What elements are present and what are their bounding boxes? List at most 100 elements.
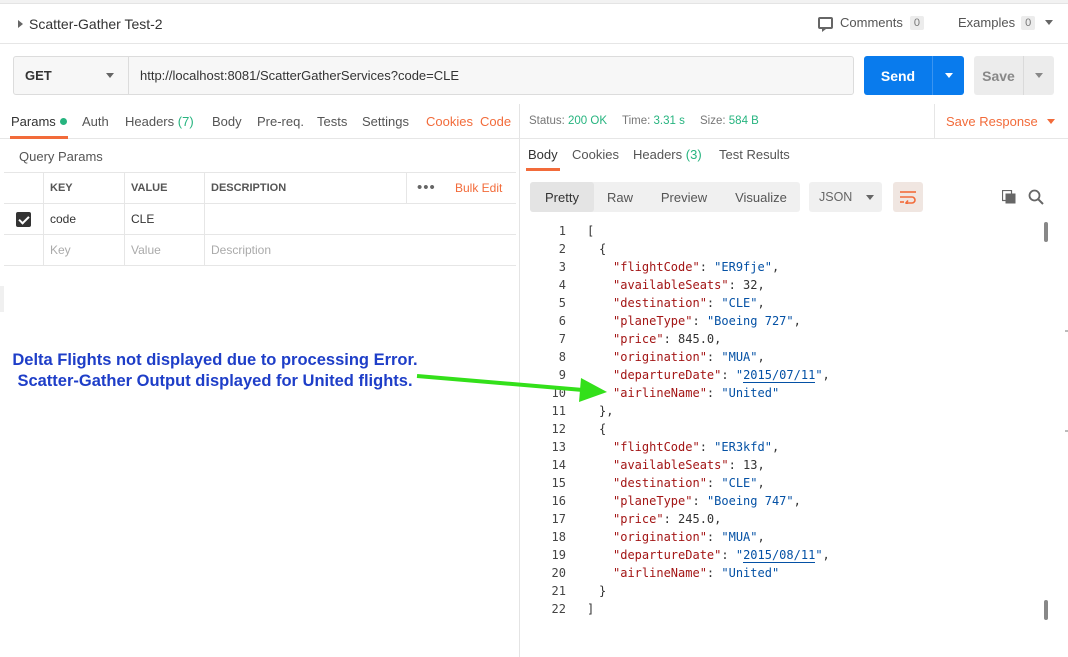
- send-button[interactable]: Send: [864, 56, 964, 95]
- save-options-button[interactable]: [1023, 56, 1054, 95]
- tab-response-headers[interactable]: Headers (3): [633, 147, 702, 162]
- line-number: 14: [551, 458, 566, 472]
- code-line: 8 "origination": "MUA",: [520, 348, 1040, 366]
- code-content: "planeType": "Boeing 747",: [613, 494, 801, 508]
- line-number: 2: [558, 242, 566, 256]
- json-key: "availableSeats": [613, 458, 729, 472]
- tab-tests[interactable]: Tests: [317, 114, 347, 129]
- column-header-value: VALUE: [125, 173, 205, 203]
- new-value-field[interactable]: Value: [125, 235, 205, 265]
- examples-count-badge: 0: [1021, 15, 1036, 30]
- request-title-bar: Scatter-Gather Test-2 Comments 0 Example…: [0, 4, 1068, 44]
- time-label: Time:: [622, 115, 651, 127]
- params-active-dot: [59, 118, 67, 125]
- tab-headers[interactable]: Headers (7): [125, 114, 194, 129]
- code-content: "destination": "CLE",: [613, 296, 765, 310]
- save-label: Save: [982, 67, 1015, 84]
- tab-settings[interactable]: Settings: [362, 114, 409, 129]
- view-preview[interactable]: Preview: [646, 182, 722, 212]
- json-key: "flightCode": [613, 260, 700, 274]
- line-number: 18: [551, 530, 566, 544]
- column-divider: [406, 173, 407, 203]
- code-content: "airlineName": "United": [613, 566, 780, 580]
- code-content: "price": 845.0,: [613, 332, 722, 346]
- column-header-key: KEY: [44, 173, 125, 203]
- param-key-field[interactable]: code: [44, 204, 125, 234]
- code-line: 7 "price": 845.0,: [520, 330, 1040, 348]
- code-line: 5 "destination": "CLE",: [520, 294, 1040, 312]
- scrollbar-thumb[interactable]: [1044, 600, 1048, 620]
- cookies-link[interactable]: Cookies: [426, 114, 473, 129]
- json-key: "price": [613, 512, 664, 526]
- line-number: 11: [551, 404, 566, 418]
- view-raw[interactable]: Raw: [594, 182, 646, 212]
- search-icon[interactable]: [1028, 189, 1044, 205]
- new-description-field[interactable]: Description: [205, 235, 516, 265]
- tab-prereq[interactable]: Pre-req.: [257, 114, 304, 129]
- code-content: "departureDate": "2015/08/11",: [613, 548, 830, 563]
- save-response-button[interactable]: Save Response: [934, 104, 1055, 139]
- response-json-viewer[interactable]: 1[2{3 "flightCode": "ER9fje", 4 "availableS…: [520, 222, 1068, 622]
- collapse-caret-icon[interactable]: [18, 20, 23, 28]
- code-content: "departureDate": "2015/07/11",: [613, 368, 830, 383]
- tab-headers-label: Headers: [125, 114, 175, 129]
- more-options-icon[interactable]: •••: [417, 179, 436, 196]
- send-options-button[interactable]: [932, 56, 964, 95]
- param-enabled-checkbox[interactable]: [16, 211, 31, 227]
- row-check-cell: [4, 235, 44, 265]
- json-value: 32: [743, 278, 758, 292]
- code-content: "destination": "CLE",: [613, 476, 765, 490]
- scrollbar-thumb[interactable]: [1044, 222, 1048, 242]
- code-content: {: [599, 422, 607, 436]
- json-key: "availableSeats": [613, 278, 729, 292]
- wrap-lines-button[interactable]: [893, 182, 923, 212]
- line-number: 16: [551, 494, 566, 508]
- json-value: "2015/07/11": [735, 368, 823, 383]
- line-number: 4: [558, 278, 566, 292]
- bulk-edit-link[interactable]: Bulk Edit: [455, 181, 502, 195]
- tab-params-label: Params: [11, 114, 56, 129]
- view-visualize[interactable]: Visualize: [722, 182, 800, 212]
- format-select[interactable]: JSON: [809, 182, 882, 212]
- line-number: 13: [551, 440, 566, 454]
- json-value: "ER9fje": [714, 260, 772, 274]
- chevron-down-icon: [1035, 73, 1043, 78]
- code-line: 15 "destination": "CLE",: [520, 474, 1040, 492]
- copy-icon[interactable]: [1002, 190, 1016, 204]
- save-response-label: Save Response: [946, 114, 1038, 129]
- examples-button[interactable]: Examples 0: [958, 15, 1054, 30]
- tab-response-cookies[interactable]: Cookies: [572, 147, 619, 162]
- code-line: 20 "airlineName": "United": [520, 564, 1040, 582]
- format-label: JSON: [819, 190, 853, 204]
- json-key: "flightCode": [613, 440, 700, 454]
- code-link[interactable]: Code: [480, 114, 511, 129]
- json-value: "Boeing 727": [706, 314, 794, 328]
- param-value-field[interactable]: CLE: [125, 204, 205, 234]
- code-line: 3 "flightCode": "ER9fje",: [520, 258, 1040, 276]
- view-mode-selector: Pretty Raw Preview Visualize: [530, 182, 800, 212]
- tab-test-results[interactable]: Test Results: [719, 147, 790, 162]
- code-line: 6 "planeType": "Boeing 727",: [520, 312, 1040, 330]
- new-key-field[interactable]: Key: [44, 235, 125, 265]
- url-input[interactable]: [129, 57, 853, 94]
- line-number: 22: [551, 602, 566, 616]
- code-line: 17 "price": 245.0,: [520, 510, 1040, 528]
- save-button[interactable]: Save: [974, 56, 1054, 95]
- comments-button[interactable]: Comments 0: [818, 15, 924, 32]
- param-description-field[interactable]: [205, 204, 516, 234]
- size-info: Size: 584 B: [700, 115, 759, 127]
- code-content: "price": 245.0,: [613, 512, 722, 526]
- tab-auth[interactable]: Auth: [82, 114, 109, 129]
- response-status-bar: Status: 200 OK Time: 3.31 s Size: 584 B …: [520, 104, 1068, 139]
- json-value: "2015/08/11": [735, 548, 823, 563]
- tab-params[interactable]: Params: [10, 114, 68, 139]
- comment-icon: [818, 16, 833, 32]
- tab-body[interactable]: Body: [212, 114, 242, 129]
- line-number: 1: [558, 224, 566, 238]
- tab-response-body[interactable]: Body: [526, 147, 560, 171]
- tab-response-headers-label: Headers: [633, 147, 683, 162]
- view-pretty[interactable]: Pretty: [530, 182, 594, 212]
- method-select[interactable]: GET: [14, 57, 129, 94]
- code-content: {: [599, 242, 607, 256]
- request-title[interactable]: Scatter-Gather Test-2: [29, 16, 163, 32]
